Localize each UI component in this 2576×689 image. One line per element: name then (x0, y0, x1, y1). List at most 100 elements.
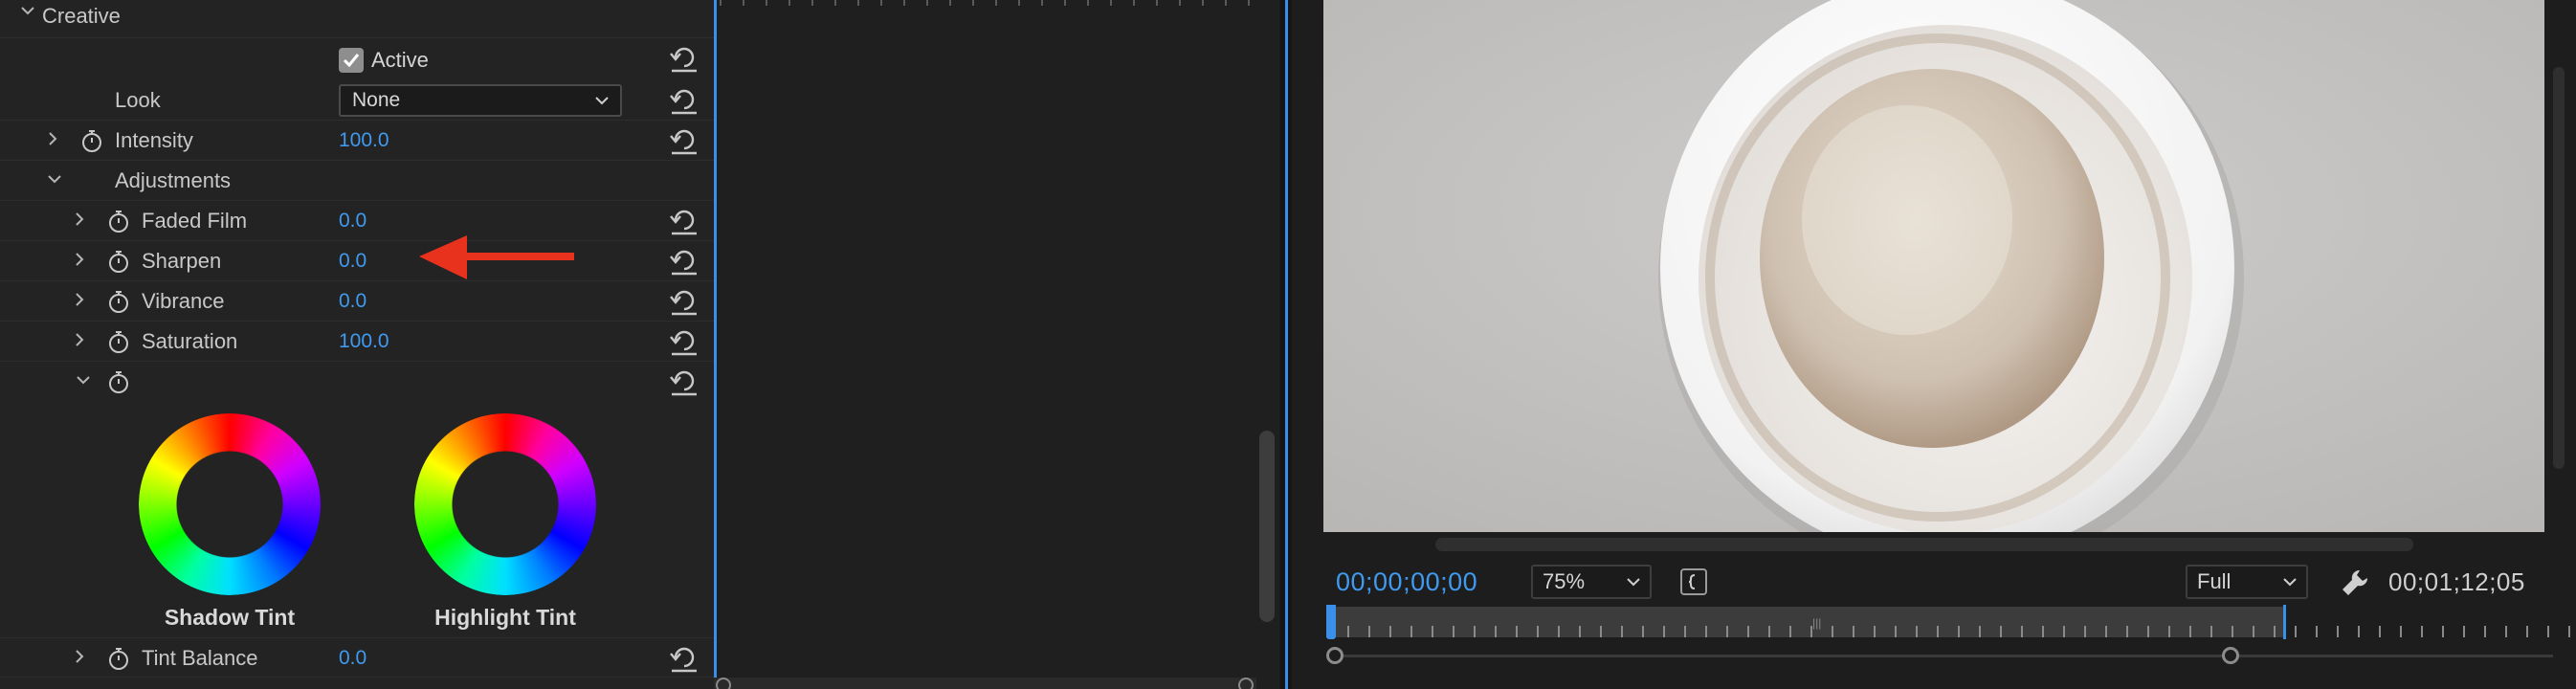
active-label: Active (371, 48, 429, 72)
faded-film-label: Faded Film (142, 209, 248, 233)
tint-balance-row: Tint Balance 0.0 (0, 637, 714, 678)
zoom-bar-track (1338, 655, 2553, 657)
look-label: Look (115, 88, 161, 112)
zoom-handle-right[interactable] (1238, 678, 1254, 689)
highlight-tint-label: Highlight Tint (434, 605, 576, 630)
vibrance-label: Vibrance (142, 289, 225, 313)
panel-divider[interactable] (1280, 0, 1292, 689)
vibrance-row: Vibrance 0.0 (0, 281, 714, 322)
intensity-value[interactable]: 100.0 (339, 121, 389, 161)
playback-resolution-value: Full (2197, 569, 2232, 593)
checkmark-icon (343, 54, 360, 68)
timeline-zoom-bar[interactable] (714, 678, 1261, 689)
chevron-down-icon (1627, 578, 1640, 587)
reset-icon[interactable] (668, 86, 700, 115)
active-row: Active (0, 38, 714, 80)
saturation-row: Saturation 100.0 (0, 322, 714, 362)
sharpen-row: Sharpen 0.0 (0, 241, 714, 281)
stopwatch-icon[interactable] (107, 647, 130, 670)
chevron-right-icon[interactable] (46, 121, 59, 161)
program-monitor: 00;00;00;00 75% Full 00;01;12;05 ||| (1292, 0, 2576, 689)
timeline-playhead[interactable] (714, 0, 717, 689)
adjustments-label: Adjustments (115, 168, 232, 192)
reset-icon[interactable] (668, 367, 700, 396)
current-timecode[interactable]: 00;00;00;00 (1336, 561, 1477, 603)
stopwatch-icon[interactable] (80, 129, 103, 152)
zoom-knob-right[interactable] (2222, 647, 2239, 664)
reset-icon[interactable] (668, 327, 700, 356)
effect-properties-list: Creative Active Look None Intensity 100.… (0, 0, 714, 689)
saturation-value[interactable]: 100.0 (339, 322, 389, 362)
chevron-right-icon[interactable] (73, 201, 86, 241)
stopwatch-icon[interactable] (107, 330, 130, 353)
zoom-knob-left[interactable] (1326, 647, 1344, 664)
bracket-icon[interactable] (1680, 568, 1707, 595)
saturation-label: Saturation (142, 329, 238, 353)
reset-icon[interactable] (668, 287, 700, 316)
faded-film-row: Faded Film 0.0 (0, 201, 714, 241)
reset-icon[interactable] (668, 207, 700, 235)
highlight-tint-control: Highlight Tint (410, 413, 601, 631)
sharpen-value[interactable]: 0.0 (339, 241, 366, 281)
shadow-tint-control: Shadow Tint (134, 413, 325, 631)
look-row: Look None (0, 80, 714, 121)
scrollbar-thumb[interactable] (2553, 67, 2565, 469)
monitor-playhead[interactable] (1326, 605, 1336, 639)
playback-resolution-dropdown[interactable]: Full (2186, 565, 2308, 599)
adjustments-section-row[interactable]: Adjustments (0, 161, 714, 201)
dough-bowl-image (1323, 0, 2544, 532)
highlight-tint-wheel[interactable] (414, 413, 596, 595)
chevron-right-icon[interactable] (73, 241, 86, 281)
tint-balance-value[interactable]: 0.0 (339, 638, 366, 678)
chevron-right-icon[interactable] (73, 322, 86, 362)
monitor-time-ruler[interactable]: ||| (1326, 605, 2570, 643)
duration-timecode: 00;01;12;05 (2388, 567, 2525, 596)
stopwatch-icon[interactable] (107, 210, 130, 233)
intensity-label: Intensity (115, 128, 193, 152)
vibrance-value[interactable]: 0.0 (339, 281, 366, 322)
zoom-handle-left[interactable] (716, 678, 731, 689)
chevron-down-icon[interactable] (46, 161, 63, 201)
tint-balance-label: Tint Balance (142, 646, 258, 670)
reset-icon[interactable] (668, 126, 700, 155)
stopwatch-icon[interactable] (107, 250, 130, 273)
creative-section-label: Creative (42, 4, 121, 28)
reset-icon[interactable] (668, 44, 700, 73)
shadow-tint-wheel[interactable] (139, 413, 321, 595)
creative-section-row[interactable]: Creative (0, 0, 714, 38)
look-dropdown-value: None (352, 89, 401, 111)
wrench-icon[interactable] (2339, 567, 2371, 599)
active-checkbox[interactable] (339, 48, 364, 73)
focus-indicator (1285, 0, 1288, 689)
sharpen-label: Sharpen (142, 249, 222, 273)
intensity-row: Intensity 100.0 (0, 121, 714, 161)
monitor-vertical-scrollbar[interactable] (2551, 0, 2566, 532)
scrollbar-thumb[interactable] (1259, 431, 1275, 622)
monitor-horizontal-scrollbar[interactable] (1435, 538, 2413, 551)
chevron-down-icon (595, 97, 609, 105)
zoom-level-dropdown[interactable]: 75% (1531, 565, 1652, 599)
effect-controls-scrollbar[interactable] (1256, 0, 1279, 689)
red-arrow-icon (419, 235, 574, 279)
timeline-ruler[interactable] (720, 0, 1261, 6)
stopwatch-icon[interactable] (107, 290, 130, 313)
chevron-right-icon[interactable] (73, 638, 86, 678)
monitor-zoom-bar[interactable] (1326, 647, 2561, 664)
ruler-ticks (1326, 626, 2570, 637)
reset-icon[interactable] (668, 644, 700, 673)
faded-film-value[interactable]: 0.0 (339, 201, 366, 241)
out-point-marker[interactable] (2283, 605, 2286, 639)
zoom-level-value: 75% (1543, 569, 1586, 593)
stopwatch-icon[interactable] (107, 370, 130, 393)
chevron-down-icon (2283, 578, 2297, 587)
range-grip[interactable]: ||| (1812, 616, 1821, 630)
shadow-tint-label: Shadow Tint (164, 605, 296, 630)
effect-controls-timeline[interactable] (714, 0, 1261, 689)
chevron-right-icon[interactable] (73, 281, 86, 322)
tint-wheels: Shadow Tint Highlight Tint (0, 396, 714, 635)
effect-controls-panel: Creative Active Look None Intensity 100.… (0, 0, 1261, 689)
reset-icon[interactable] (668, 247, 700, 276)
look-dropdown[interactable]: None (339, 84, 622, 117)
chevron-down-icon[interactable] (19, 0, 36, 33)
video-frame (1323, 0, 2544, 532)
